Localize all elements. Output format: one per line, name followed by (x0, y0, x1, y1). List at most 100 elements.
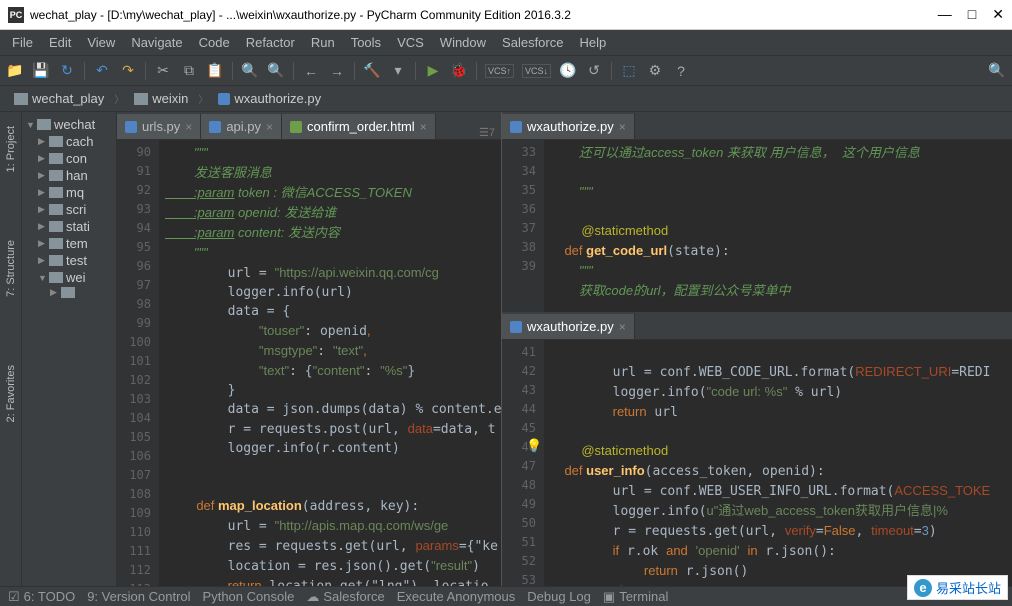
vcs-up-icon[interactable]: VCS↑ (485, 64, 514, 78)
footer-debuglog[interactable]: Debug Log (527, 589, 591, 604)
gutter: 41 42 43 44 45 46 47 48 49 50 51 52 53 5… (502, 340, 544, 586)
menu-navigate[interactable]: Navigate (125, 33, 188, 52)
tree-node[interactable]: ▶han (22, 167, 116, 184)
gutter: 33 34 35 36 37 38 39 (502, 140, 544, 312)
menu-file[interactable]: File (6, 33, 39, 52)
settings-icon[interactable]: ⚙ (646, 62, 664, 80)
menu-help[interactable]: Help (573, 33, 612, 52)
editor-tabs-right-top: wxauthorize.py× (502, 112, 1012, 140)
project-tree: ▼wechat ▶cach ▶con ▶han ▶mq ▶scri ▶stati… (22, 112, 116, 303)
code-text[interactable]: """ 发送客服消息 :param token : 微信ACCESS_TOKEN… (159, 140, 501, 586)
close-icon[interactable]: × (185, 120, 192, 134)
cut-icon[interactable]: ✂ (154, 62, 172, 80)
favorites-tab[interactable]: 2: Favorites (3, 361, 19, 426)
menubar: File Edit View Navigate Code Refactor Ru… (0, 30, 1012, 56)
menu-refactor[interactable]: Refactor (240, 33, 301, 52)
paste-icon[interactable]: 📋 (206, 62, 224, 80)
titlebar: PC wechat_play - [D:\my\wechat_play] - .… (0, 0, 1012, 30)
tree-node[interactable]: ▶scri (22, 201, 116, 218)
vcs-down-icon[interactable]: VCS↓ (522, 64, 551, 78)
menu-code[interactable]: Code (193, 33, 236, 52)
help-icon[interactable]: ? (672, 62, 690, 80)
vcs-revert-icon[interactable]: ↺ (585, 62, 603, 80)
footer-pyconsole[interactable]: Python Console (203, 589, 295, 604)
open-icon[interactable]: 📁 (6, 62, 24, 80)
tab-api[interactable]: api.py× (201, 114, 282, 139)
undo-icon[interactable]: ↶ (93, 62, 111, 80)
breadcrumb: wechat_play 〉 weixin 〉 wxauthorize.py (0, 86, 1012, 112)
refresh-icon[interactable]: ↻ (58, 62, 76, 80)
code-text[interactable]: 还可以通过access_token 来获取 用户信息， 这个用户信息 """ @… (544, 140, 1012, 312)
editor-pane-right: wxauthorize.py× 33 34 35 36 37 38 39 还可以… (502, 112, 1012, 586)
tab-wxauthorize-top[interactable]: wxauthorize.py× (502, 114, 635, 139)
tree-node[interactable]: ▶test (22, 252, 116, 269)
editor-pane-left: urls.py× api.py× confirm_order.html× ☰7 … (117, 112, 502, 586)
tree-node[interactable]: ▶mq (22, 184, 116, 201)
code-editor-right-bottom[interactable]: 41 42 43 44 45 46 47 48 49 50 51 52 53 5… (502, 340, 1012, 586)
window-controls: — □ ✕ (938, 6, 1004, 23)
more-tabs-icon[interactable]: ☰7 (473, 126, 501, 139)
tree-node[interactable]: ▼wei (22, 269, 116, 286)
tree-node[interactable]: ▶stati (22, 218, 116, 235)
close-button[interactable]: ✕ (992, 6, 1004, 23)
footer-exec[interactable]: Execute Anonymous (397, 589, 516, 604)
structure-icon[interactable]: ⬚ (620, 62, 638, 80)
find-icon[interactable]: 🔍 (241, 62, 259, 80)
close-icon[interactable]: × (266, 120, 273, 134)
footer-terminal[interactable]: ▣ Terminal (603, 589, 668, 605)
minimize-button[interactable]: — (938, 6, 952, 23)
tree-node[interactable]: ▼wechat (22, 116, 116, 133)
save-icon[interactable]: 💾 (32, 62, 50, 80)
forward-icon[interactable]: → (328, 62, 346, 80)
editor-tabs-right-bottom: wxauthorize.py× (502, 312, 1012, 340)
tab-urls[interactable]: urls.py× (117, 114, 201, 139)
project-tab[interactable]: 1: Project (3, 122, 19, 176)
footer-todo[interactable]: ☑ 6: TODO (8, 589, 75, 605)
menu-tools[interactable]: Tools (345, 33, 387, 52)
vcs-history-icon[interactable]: 🕓 (559, 62, 577, 80)
editor-tabs-left: urls.py× api.py× confirm_order.html× ☰7 (117, 112, 501, 140)
menu-edit[interactable]: Edit (43, 33, 77, 52)
back-icon[interactable]: ← (302, 62, 320, 80)
tree-node[interactable]: ▶ (22, 286, 116, 299)
search-everywhere-icon[interactable]: 🔍 (988, 62, 1006, 80)
footer-salesforce[interactable]: ☁ Salesforce (306, 589, 384, 605)
menu-window[interactable]: Window (434, 33, 492, 52)
footer-vc[interactable]: 9: Version Control (87, 589, 190, 604)
debug-icon[interactable]: 🐞 (450, 62, 468, 80)
menu-run[interactable]: Run (305, 33, 341, 52)
close-icon[interactable]: × (619, 120, 626, 134)
tree-node[interactable]: ▶tem (22, 235, 116, 252)
app-icon: PC (8, 7, 24, 23)
toolbar: 📁 💾 ↻ ↶ ↷ ✂ ⧉ 📋 🔍 🔍 ← → 🔨 ▾ ▶ 🐞 VCS↑ VCS… (0, 56, 1012, 86)
menu-vcs[interactable]: VCS (391, 33, 430, 52)
status-bar: ☑ 6: TODO 9: Version Control Python Cons… (0, 586, 1012, 606)
redo-icon[interactable]: ↷ (119, 62, 137, 80)
menu-view[interactable]: View (81, 33, 121, 52)
maximize-button[interactable]: □ (968, 6, 976, 23)
crumb-root[interactable]: wechat_play (8, 89, 110, 108)
code-editor-right-top[interactable]: 33 34 35 36 37 38 39 还可以通过access_token 来… (502, 140, 1012, 312)
project-panel: ▼wechat ▶cach ▶con ▶han ▶mq ▶scri ▶stati… (22, 112, 117, 586)
code-editor-left[interactable]: 90 91 92 93 94 95 96 97 98 99 100 101 10… (117, 140, 501, 586)
tree-node[interactable]: ▶cach (22, 133, 116, 150)
tab-confirm-order[interactable]: confirm_order.html× (282, 114, 436, 139)
build-icon[interactable]: 🔨 (363, 62, 381, 80)
gutter: 90 91 92 93 94 95 96 97 98 99 100 101 10… (117, 140, 159, 586)
replace-icon[interactable]: 🔍 (267, 62, 285, 80)
menu-salesforce[interactable]: Salesforce (496, 33, 569, 52)
window-title: wechat_play - [D:\my\wechat_play] - ...\… (30, 8, 938, 22)
crumb-file[interactable]: wxauthorize.py (212, 89, 327, 108)
close-icon[interactable]: × (420, 120, 427, 134)
tool-window-tabs: 1: Project 7: Structure 2: Favorites (0, 112, 22, 586)
crumb-folder[interactable]: weixin (128, 89, 194, 108)
code-text[interactable]: url = conf.WEB_CODE_URL.format(REDIRECT_… (544, 340, 1012, 586)
close-icon[interactable]: × (619, 320, 626, 334)
run-config-icon[interactable]: ▾ (389, 62, 407, 80)
tab-wxauthorize-bottom[interactable]: wxauthorize.py× (502, 314, 635, 339)
tree-node[interactable]: ▶con (22, 150, 116, 167)
run-icon[interactable]: ▶ (424, 62, 442, 80)
copy-icon[interactable]: ⧉ (180, 62, 198, 80)
intention-bulb-icon[interactable]: 💡 (526, 438, 542, 454)
structure-tab[interactable]: 7: Structure (3, 236, 19, 301)
